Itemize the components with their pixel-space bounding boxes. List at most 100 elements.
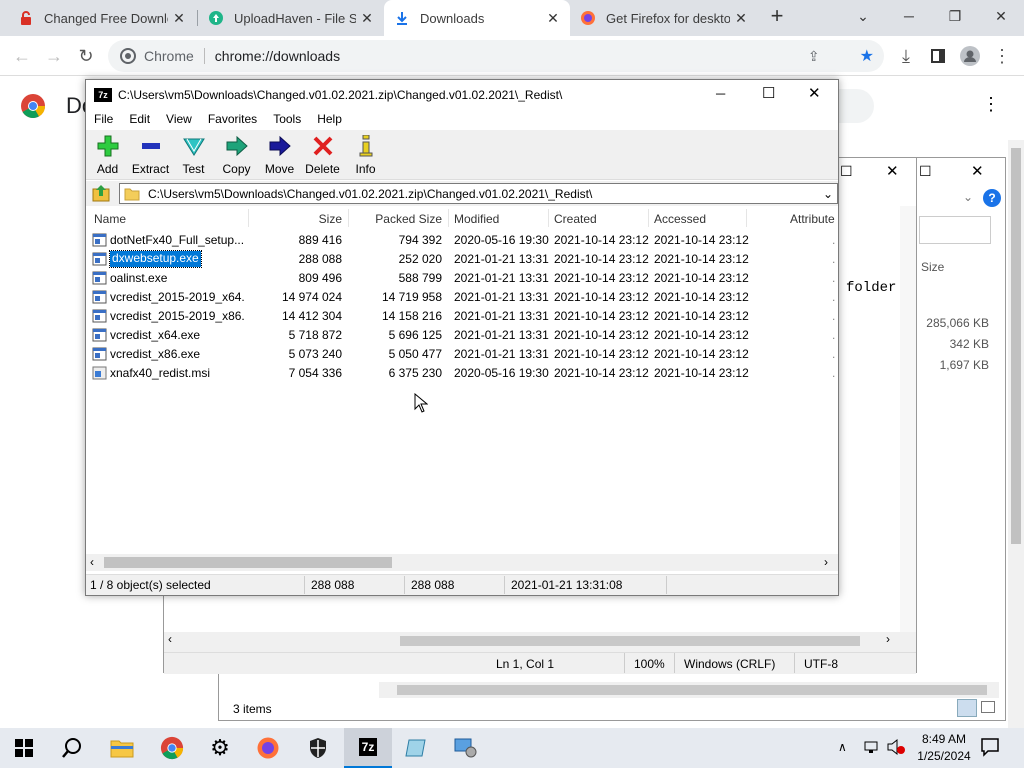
minimize-button[interactable]: ─ [716,86,725,101]
side-panel-icon[interactable] [922,40,954,72]
bookmark-star-icon[interactable]: ★ [860,46,874,66]
explorer-close-button[interactable]: ✕ [971,162,984,180]
column-accessed[interactable]: Accessed [654,212,706,226]
file-row[interactable]: vcredist_x86.exe 5 073 240 5 050 477 2021-0… [86,345,838,364]
maximize-button[interactable]: ☐ [762,84,775,102]
taskbar-7zip[interactable]: 7z [344,728,392,768]
column-created[interactable]: Created [554,212,597,226]
file-created: 2021-10-14 23:12 [554,328,649,342]
notepad-close-button[interactable]: ✕ [886,162,899,180]
file-row[interactable]: xnafx40_redist.msi 7 054 336 6 375 230 2020… [86,364,838,383]
file-name: vcredist_2015-2019_x86.... [110,309,244,323]
copy-icon [226,134,248,158]
taskbar-file-explorer[interactable] [98,728,146,768]
move-button[interactable]: Move [258,130,301,180]
close-window-button[interactable]: ✕ [978,0,1024,32]
file-row[interactable]: vcredist_2015-2019_x86.... 14 412 304 14 1… [86,307,838,326]
downloads-search-bar[interactable] [836,89,874,123]
chrome-menu-icon[interactable]: ⋮ [986,40,1018,72]
tab-search-icon[interactable]: ⌄ [840,0,886,32]
taskbar-chrome[interactable] [148,728,196,768]
file-row[interactable]: oalinst.exe 809 496 588 799 2021-01-21 13:3… [86,269,838,288]
column-name[interactable]: Name [94,212,126,226]
add-button[interactable]: Add [86,130,129,180]
chevron-down-icon[interactable]: ⌄ [823,187,833,201]
downloads-icon[interactable]: ⤓ [890,40,922,72]
back-button[interactable]: ← [6,40,38,72]
notepad-h-scrollbar[interactable]: ‹ › [164,632,900,650]
extract-button[interactable]: Extract [129,130,172,180]
chevron-down-icon[interactable]: ⌄ [963,190,973,204]
close-tab-icon[interactable]: ✕ [542,7,564,29]
scroll-thumb[interactable] [104,557,392,568]
column-attributes[interactable]: Attribute [790,212,835,226]
explorer-h-scrollbar[interactable] [379,682,999,698]
file-list-h-scrollbar[interactable]: ‹ › [86,554,838,571]
tiles-view-icon[interactable] [981,701,995,713]
page-scrollbar[interactable] [1008,140,1024,728]
file-row[interactable]: dotNetFx40_Full_setup.... 889 416 794 392 2… [86,231,838,250]
taskbar-notepad[interactable] [392,728,440,768]
forward-button[interactable]: → [38,40,70,72]
file-accessed: 2021-10-14 23:12 [654,233,749,247]
close-button[interactable]: ✕ [808,84,821,102]
test-button[interactable]: Test [172,130,215,180]
menu-help[interactable]: Help [309,112,350,126]
file-row[interactable]: vcredist_x64.exe 5 718 872 5 696 125 2021-0… [86,326,838,345]
file-row[interactable]: vcredist_2015-2019_x64.... 14 974 024 14 7… [86,288,838,307]
new-tab-button[interactable]: + [754,0,800,32]
help-icon[interactable]: ? [983,189,1001,207]
delete-button[interactable]: Delete [301,130,344,180]
network-icon[interactable] [862,738,880,756]
volume-muted-icon[interactable] [886,738,906,756]
clock[interactable]: 8:49 AM 1/25/2024 [914,732,974,763]
start-button[interactable] [0,728,48,768]
close-tab-icon[interactable]: ✕ [168,7,190,29]
explorer-restore-button[interactable]: ☐ [919,163,932,180]
file-attribute: . [832,366,836,380]
tab-downloads[interactable]: Downloads ✕ [384,0,570,36]
menu-edit[interactable]: Edit [121,112,158,126]
tab-changed-free-download[interactable]: Changed Free Downlo ✕ [8,0,196,36]
scroll-left-icon[interactable]: ‹ [90,555,94,569]
menu-tools[interactable]: Tools [265,112,309,126]
notepad-restore-button[interactable]: ☐ [840,163,853,180]
scroll-right-icon[interactable]: › [824,555,828,569]
reload-button[interactable]: ↻ [70,40,102,72]
share-icon[interactable]: ⇪ [808,48,820,65]
cursor-position: Ln 1, Col 1 [496,657,555,671]
taskbar-settings[interactable]: ⚙ [196,728,244,768]
taskbar-security[interactable] [294,728,342,768]
notifications-icon[interactable] [980,737,1000,757]
address-bar[interactable]: Chrome chrome://downloads ⇪ ★ [108,40,884,72]
delete-icon [312,134,334,158]
copy-button[interactable]: Copy [215,130,258,180]
column-packed-size[interactable]: Packed Size [348,212,442,226]
size-column-header[interactable]: Size [921,260,944,274]
menu-view[interactable]: View [158,112,200,126]
minimize-button[interactable]: ─ [886,0,932,32]
details-view-icon[interactable] [957,699,977,717]
downloads-menu-icon[interactable]: ⋮ [982,94,1000,115]
taskbar-firefox[interactable] [244,728,292,768]
explorer-search-input[interactable] [919,216,991,244]
tab-firefox[interactable]: Get Firefox for desktop ✕ [570,0,758,36]
info-button[interactable]: Info [344,130,387,180]
column-size[interactable]: Size [246,212,342,226]
file-row[interactable]: dxwebsetup.exe 288 088 252 020 2021-01-21 1… [86,250,838,269]
taskbar-control-panel[interactable] [442,728,490,768]
profile-avatar[interactable] [954,40,986,72]
show-hidden-icons-icon[interactable]: ∧ [838,740,847,754]
exe-file-icon [92,347,107,361]
menu-file[interactable]: File [86,112,121,126]
search-button[interactable] [48,728,96,768]
path-input[interactable]: C:\Users\vm5\Downloads\Changed.v01.02.20… [119,183,838,204]
close-tab-icon[interactable]: ✕ [730,7,752,29]
notepad-v-scrollbar[interactable] [900,206,916,632]
menu-favorites[interactable]: Favorites [200,112,265,126]
column-modified[interactable]: Modified [454,212,499,226]
restore-button[interactable]: ❐ [932,0,978,32]
folder-up-icon[interactable] [92,184,112,202]
tab-uploadhaven[interactable]: UploadHaven - File Sh ✕ [198,0,384,36]
close-tab-icon[interactable]: ✕ [356,7,378,29]
